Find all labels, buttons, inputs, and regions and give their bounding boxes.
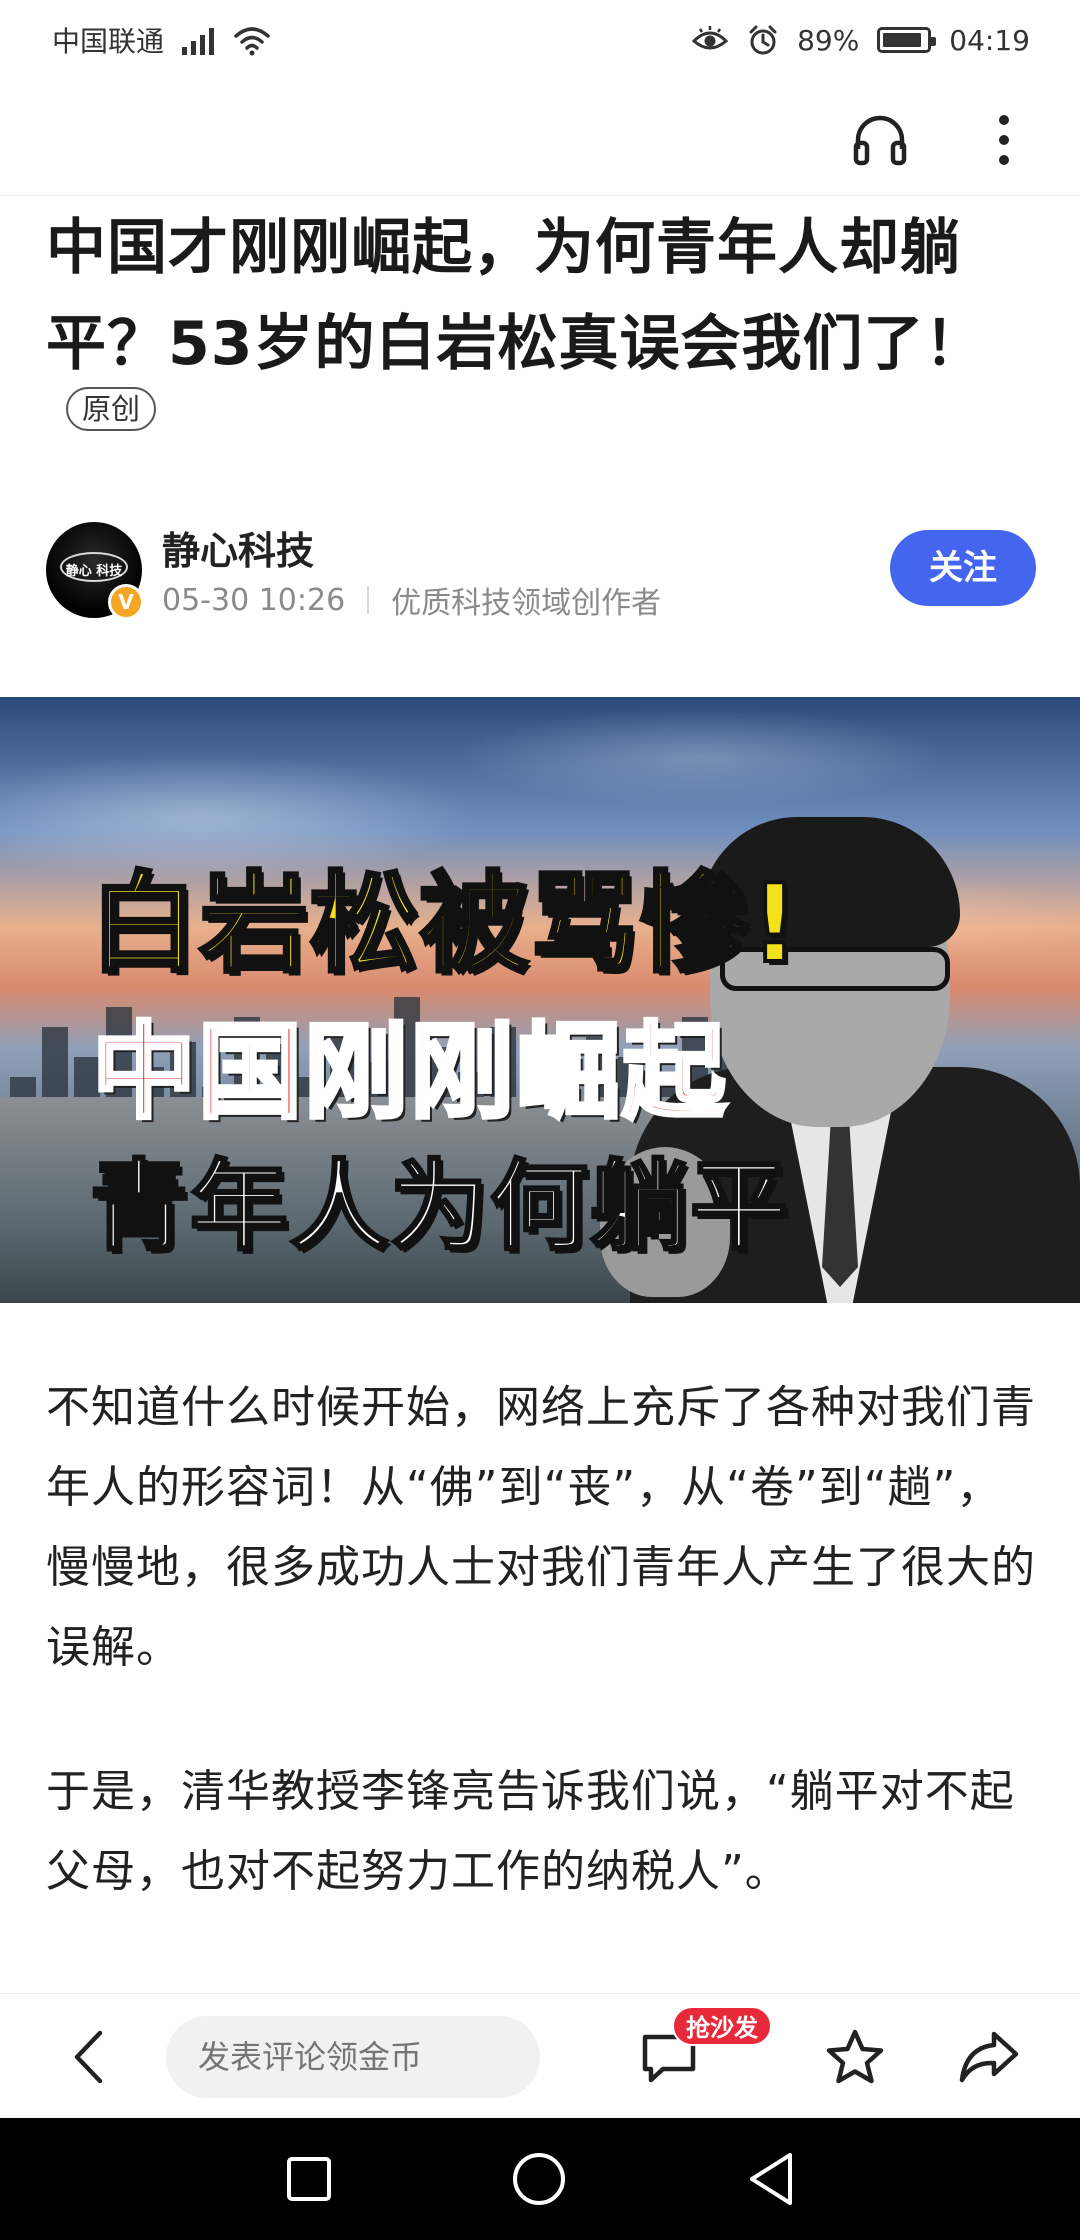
publish-date: 05-30 10:26 [162,582,346,618]
back-triangle-icon [750,2153,792,2205]
article-header [0,80,1080,196]
author-meta: 05-30 10:26 优质科技领域创作者 [162,578,661,622]
system-navigation-bar [0,2118,1080,2240]
hero-caption-line2: 中国刚刚崛起 [90,1009,729,1135]
original-badge: 原创 [66,387,157,431]
article-title: 中国才刚刚崛起，为何青年人却躺平？53岁的白岩松真误会我们了！ [46,213,986,379]
clock: 04:19 [949,23,1030,57]
listen-button[interactable] [846,106,914,174]
author-row: 静心 科技 V 静心科技 05-30 10:26 优质科技领域创作者 关注 [46,520,1036,622]
battery-level [883,33,921,47]
bottom-action-bar: 抢沙发 [0,1993,1080,2118]
system-back-button[interactable] [740,2148,802,2210]
star-icon [826,2029,884,2084]
carrier-label: 中国联通 [52,25,165,58]
avatar-logo-text: 静心 科技 [65,564,123,579]
author-description: 优质科技领域创作者 [391,586,662,621]
comment-input[interactable] [166,2016,540,2098]
wifi-icon [234,27,270,56]
status-left: 中国联通 [52,20,272,60]
alarm-icon [749,25,777,55]
share-button[interactable] [954,2022,1024,2092]
eye-comfort-icon [691,26,729,50]
home-icon [513,2153,565,2205]
hero-caption-line3: 青年人为何躺平 [88,1149,791,1266]
more-vertical-icon [999,115,1009,165]
verified-badge-icon: V [108,584,144,620]
back-button[interactable] [58,2022,118,2092]
headphones-icon [853,115,907,166]
back-chevron-icon [74,2030,103,2084]
article-paragraph: 不知道什么时候开始，网络上充斥了各种对我们青年人的形容词！从“佛”到“丧”，从“… [46,1382,1036,1673]
meta-divider [367,586,370,614]
battery-icon [877,27,937,53]
recent-apps-button[interactable] [278,2148,340,2210]
status-bar: 中国联通 89% 04:19 [0,0,1080,80]
share-icon [959,2031,1019,2083]
article-paragraph: 于是，清华教授李锋亮告诉我们说，“躺平对不起父母，也对不起努力工作的纳税人”。 [46,1766,1015,1897]
battery-percent: 89% [797,23,860,57]
hero-image: 白岩松被骂惨! 中国刚刚崛起 青年人为何躺平 [0,697,1080,1303]
signal-icon [182,25,215,55]
hero-caption-line1: 白岩松被骂惨! [88,860,802,989]
status-right: 89% 04:19 [691,24,1030,57]
follow-button[interactable]: 关注 [890,530,1036,606]
favorite-button[interactable] [820,2022,890,2092]
home-button[interactable] [508,2148,570,2210]
recent-apps-icon [287,2157,331,2201]
more-options-button[interactable] [970,106,1038,174]
author-name[interactable]: 静心科技 [162,520,314,575]
sofa-badge: 抢沙发 [672,2006,772,2046]
